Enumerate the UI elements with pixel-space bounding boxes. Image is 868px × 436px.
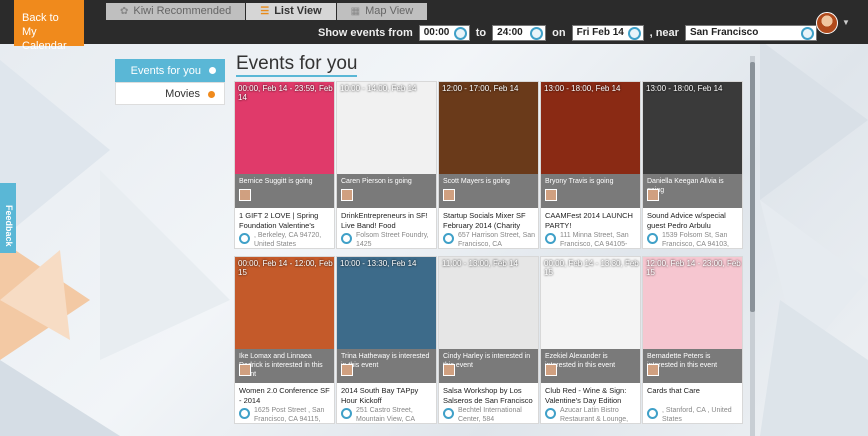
from-time-input[interactable]: 00:00 bbox=[418, 24, 470, 41]
event-time: 12:00, Feb 14 - 23:00, Feb 15 bbox=[646, 259, 741, 277]
event-card[interactable]: 10:00 - 13:30, Feb 14 Trina Hatheway is i… bbox=[336, 256, 437, 424]
status-dot bbox=[209, 67, 216, 74]
event-time: 10:00 - 13:30, Feb 14 bbox=[340, 259, 417, 268]
scrollbar-thumb[interactable] bbox=[750, 62, 755, 312]
event-card[interactable]: 10:00 - 14:00, Feb 14 Caren Pierson is go… bbox=[336, 81, 437, 249]
back-to-calendar-button[interactable]: Back to My Calendar bbox=[14, 0, 84, 52]
event-title[interactable]: DrinkEntrepreneurs in SF! Live Band! Foo… bbox=[341, 211, 435, 231]
event-filters: Show events from 00:00 to 24:00 on Fri F… bbox=[312, 24, 817, 41]
event-title[interactable]: CAAMFest 2014 LAUNCH PARTY! bbox=[545, 211, 639, 231]
location-pin-icon bbox=[443, 233, 454, 244]
attendee-avatar[interactable] bbox=[545, 364, 557, 376]
location-pin-icon bbox=[239, 233, 250, 244]
attendee-avatar[interactable] bbox=[545, 189, 557, 201]
attendee-avatar[interactable] bbox=[647, 364, 659, 376]
event-card[interactable]: 00:00, Feb 14 - 23:59, Feb 14 Bernice Sug… bbox=[234, 81, 335, 249]
on-label: on bbox=[552, 26, 566, 39]
event-card[interactable]: 00:00, Feb 14 - 12:00, Feb 15 Ike Lomax a… bbox=[234, 256, 335, 424]
near-label: , near bbox=[649, 26, 679, 39]
map-icon: ▦ bbox=[350, 6, 361, 17]
event-time: 10:00 - 14:00, Feb 14 bbox=[340, 84, 417, 93]
status-dot bbox=[208, 91, 215, 98]
sidebar-item-movies[interactable]: Movies bbox=[115, 82, 225, 105]
top-bar: ✿ Kiwi Recommended ☰ List View ▦ Map Vie… bbox=[0, 0, 868, 44]
event-image[interactable] bbox=[643, 82, 742, 174]
event-image[interactable] bbox=[337, 82, 436, 174]
clock-icon[interactable] bbox=[530, 26, 544, 40]
location-pin-icon bbox=[341, 408, 352, 419]
page-title: Events for you bbox=[236, 54, 358, 77]
event-location: 251 Castro Street, Mountain View, CA bbox=[356, 407, 416, 423]
location-pin-icon bbox=[443, 408, 454, 419]
attendee-avatar[interactable] bbox=[443, 364, 455, 376]
event-time: 11:00 - 13:00, Feb 14 bbox=[442, 259, 518, 268]
event-title[interactable]: Sound Advice w/special guest Pedro Arbul… bbox=[647, 211, 741, 231]
list-icon: ☰ bbox=[260, 6, 270, 17]
attendee-avatar[interactable] bbox=[443, 189, 455, 201]
event-time: 12:00 - 17:00, Feb 14 bbox=[442, 84, 519, 93]
kiwi-icon: ✿ bbox=[120, 6, 129, 17]
location-pin-icon bbox=[545, 233, 556, 244]
feedback-tab[interactable]: Feedback bbox=[0, 183, 16, 253]
event-location: , Berkeley, CA 94720, United States bbox=[254, 232, 322, 248]
event-image[interactable] bbox=[541, 82, 640, 174]
tab-kiwi-recommended[interactable]: ✿ Kiwi Recommended bbox=[106, 3, 246, 20]
event-time: 00:00, Feb 14 - 13:30, Feb 15 bbox=[544, 259, 639, 277]
event-time: 00:00, Feb 14 - 23:59, Feb 14 bbox=[238, 84, 333, 102]
tab-map-view[interactable]: ▦ Map View bbox=[336, 3, 428, 20]
attendee-avatar[interactable] bbox=[239, 189, 251, 201]
event-title[interactable]: Salsa Workshop by Los Salseros de San Fr… bbox=[443, 386, 537, 406]
tab-list-view[interactable]: ☰ List View bbox=[246, 3, 336, 20]
event-title[interactable]: Startup Socials Mixer SF February 2014 (… bbox=[443, 211, 537, 231]
event-time: 00:00, Feb 14 - 12:00, Feb 15 bbox=[238, 259, 333, 277]
event-location: 1539 Folsom St, San Francisco, CA 94103, bbox=[662, 232, 729, 248]
attendee-avatar[interactable] bbox=[341, 189, 353, 201]
date-input[interactable]: Fri Feb 14 bbox=[571, 24, 644, 41]
event-title[interactable]: Women 2.0 Conference SF - 2014 bbox=[239, 386, 333, 406]
attendee-avatar[interactable] bbox=[647, 189, 659, 201]
event-card[interactable]: 12:00 - 17:00, Feb 14 Scott Mayers is goi… bbox=[438, 81, 539, 249]
event-image[interactable] bbox=[439, 82, 538, 174]
sidebar-item-events-for-you[interactable]: Events for you bbox=[115, 59, 225, 82]
chevron-down-icon[interactable]: ▼ bbox=[842, 18, 850, 27]
event-time: 13:00 - 18:00, Feb 14 bbox=[544, 84, 621, 93]
event-title[interactable]: Club Red - Wine & Sign: Valentine's Day … bbox=[545, 386, 639, 406]
event-title[interactable]: 1 GIFT 2 LOVE | Spring Foundation Valent… bbox=[239, 211, 333, 231]
event-location: 657 Harrison Street, San Francisco, CA bbox=[458, 232, 536, 248]
location-pin-icon bbox=[545, 408, 556, 419]
event-location: Folsom Street Foundry, 1425 bbox=[356, 232, 429, 248]
location-input[interactable]: San Francisco bbox=[684, 24, 817, 41]
to-label: to bbox=[475, 26, 487, 39]
event-location: Bechtel International Center, 584 bbox=[458, 407, 522, 423]
event-card[interactable]: 11:00 - 13:00, Feb 14 Cindy Harley is int… bbox=[438, 256, 539, 424]
event-card[interactable]: 00:00, Feb 14 - 13:30, Feb 15 Ezekiel Ale… bbox=[540, 256, 641, 424]
event-location: , Stanford, CA , United States bbox=[662, 407, 732, 423]
event-image[interactable] bbox=[337, 257, 436, 349]
location-pin-icon bbox=[647, 408, 658, 419]
location-pin-icon bbox=[341, 233, 352, 244]
category-sidebar: Events for you Movies bbox=[115, 59, 225, 105]
attendee-avatar[interactable] bbox=[239, 364, 251, 376]
event-card[interactable]: 12:00, Feb 14 - 23:00, Feb 15 Bernadette … bbox=[642, 256, 743, 424]
event-location: 1625 Post Street , San Francisco, CA 941… bbox=[254, 407, 325, 423]
event-card[interactable]: 13:00 - 18:00, Feb 14 Daniella Keegan All… bbox=[642, 81, 743, 249]
event-time: 13:00 - 18:00, Feb 14 bbox=[646, 84, 723, 93]
location-pin-icon bbox=[239, 408, 250, 419]
event-card[interactable]: 13:00 - 18:00, Feb 14 Bryony Travis is go… bbox=[540, 81, 641, 249]
to-time-input[interactable]: 24:00 bbox=[492, 24, 547, 41]
event-title[interactable]: 2014 South Bay TAPpy Hour Kickoff bbox=[341, 386, 435, 406]
compass-icon[interactable] bbox=[800, 26, 814, 40]
calendar-icon[interactable] bbox=[627, 26, 641, 40]
event-image[interactable] bbox=[439, 257, 538, 349]
attendee-avatar[interactable] bbox=[341, 364, 353, 376]
location-pin-icon bbox=[647, 233, 658, 244]
clock-icon[interactable] bbox=[453, 26, 467, 40]
filter-prefix: Show events from bbox=[318, 26, 413, 39]
view-tabs: ✿ Kiwi Recommended ☰ List View ▦ Map Vie… bbox=[106, 3, 428, 20]
avatar[interactable] bbox=[816, 12, 838, 34]
event-location: Azucar Latin Bistro Restaurant & Lounge, bbox=[560, 407, 629, 423]
event-location: 111 Minna Street, San Francisco, CA 9410… bbox=[560, 232, 629, 248]
event-title[interactable]: Cards that Care bbox=[647, 386, 741, 406]
